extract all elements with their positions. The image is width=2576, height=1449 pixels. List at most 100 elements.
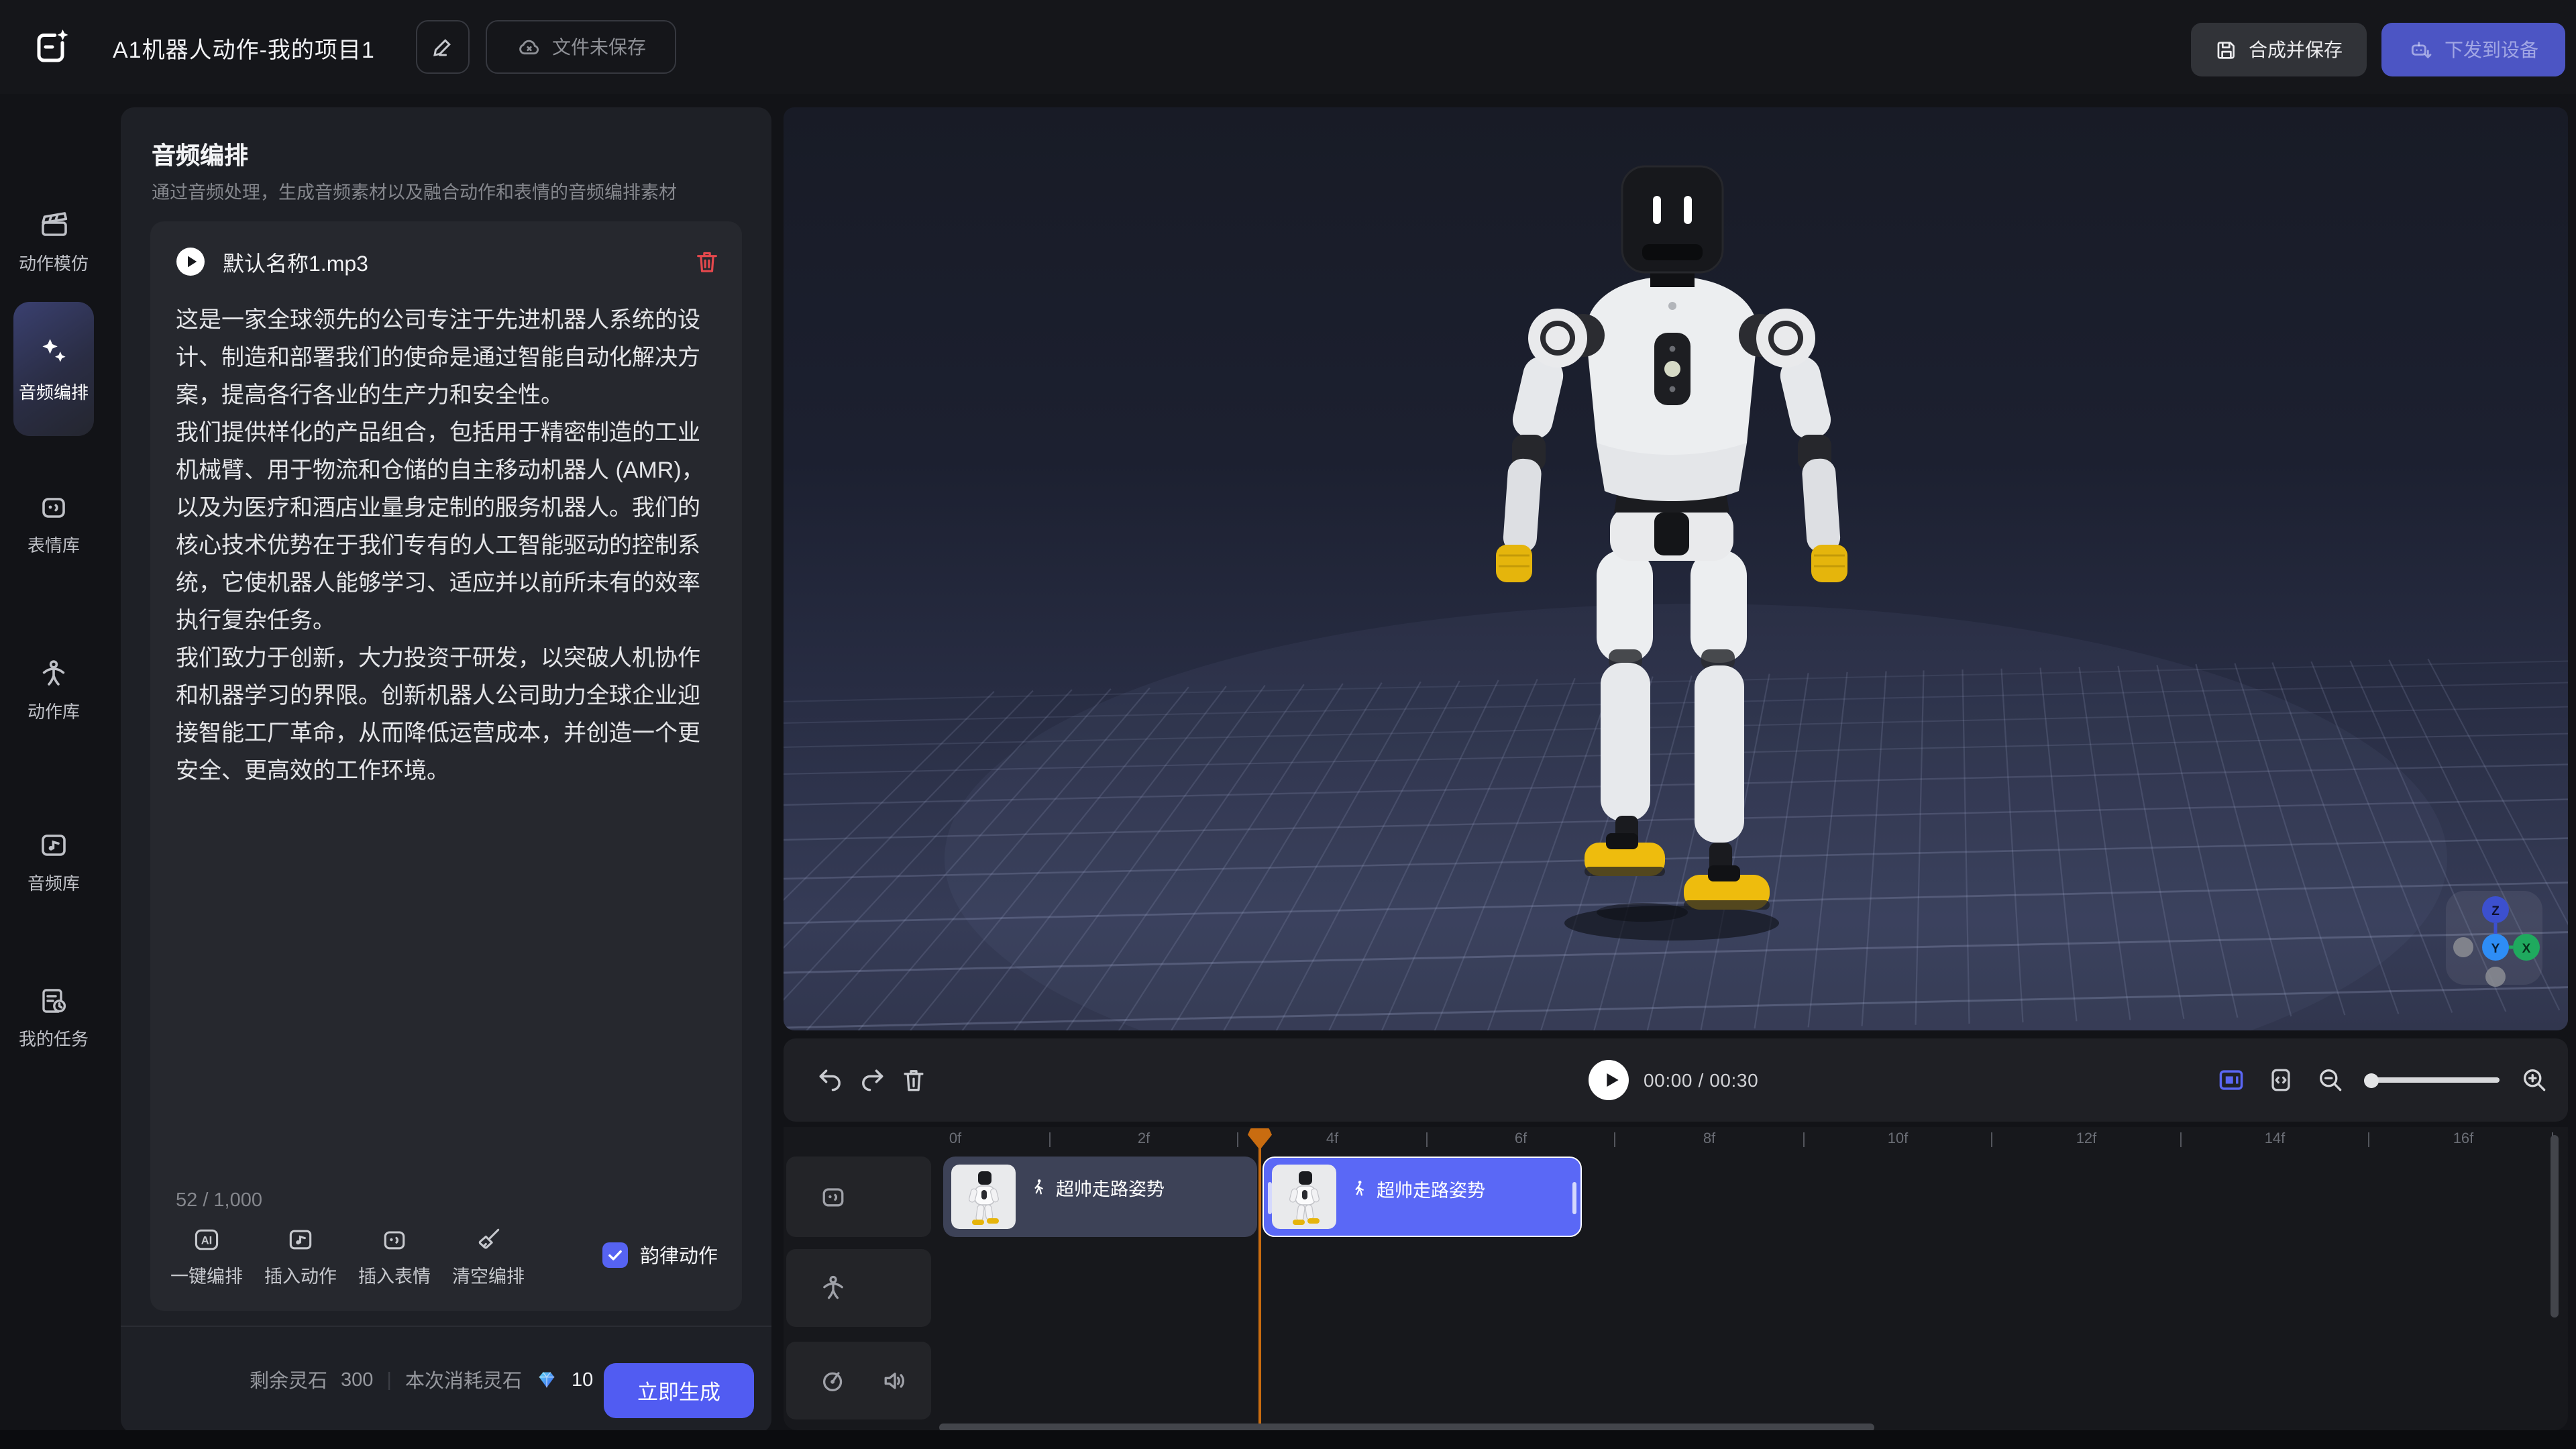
playhead-line[interactable] <box>1258 1143 1261 1425</box>
save-status-button[interactable]: 文件未保存 <box>486 20 676 74</box>
sidebar-item-motion-mimic[interactable]: 动作模仿 <box>0 209 107 275</box>
timeline-vertical-scrollbar[interactable] <box>2551 1135 2559 1318</box>
audio-text-input[interactable]: 这是一家全球领先的公司专注于先进机器人系统的设计、制造和部署我们的使命是通过智能… <box>176 302 718 1161</box>
gizmo-neg-x[interactable] <box>2453 937 2473 957</box>
sidebar-item-motion-library[interactable]: 动作库 <box>0 657 107 723</box>
action-label: 插入表情 <box>358 1261 431 1288</box>
rhythm-checkbox[interactable] <box>602 1242 628 1268</box>
ruler-label: 4f <box>1300 1131 1364 1147</box>
zoom-out-button[interactable] <box>2316 1065 2345 1095</box>
sidebar-item-audio-arrange[interactable]: 音频编排 <box>13 302 94 436</box>
clip-label: 超帅走路姿势 <box>1377 1175 1485 1202</box>
timeline-ruler[interactable]: 0f 2f 4f 6f 8f 10f 12f 14f 16f <box>784 1127 2568 1152</box>
viewport-canvas: Z Y X <box>784 107 2568 1030</box>
ruler-label: 14f <box>2243 1131 2307 1147</box>
ruler-label: 0f <box>923 1131 987 1147</box>
robot-face-icon <box>38 491 70 523</box>
sidebar-item-my-tasks[interactable]: 我的任务 <box>0 985 107 1051</box>
zoom-slider-knob[interactable] <box>2364 1073 2379 1087</box>
pencil-icon <box>431 35 455 59</box>
insert-expression-button[interactable]: 插入表情 <box>352 1225 437 1288</box>
sparkles-icon <box>38 335 70 367</box>
sidebar-item-expression-library[interactable]: 表情库 <box>0 491 107 557</box>
panel-title: 音频编排 <box>152 137 248 172</box>
gizmo-neg-z[interactable] <box>2485 967 2506 987</box>
cloud-unsaved-icon <box>516 34 541 60</box>
one-key-arrange-button[interactable]: AI 一键编排 <box>164 1225 250 1288</box>
zoom-in-button[interactable] <box>2520 1065 2549 1095</box>
char-counter: 52 / 1,000 <box>176 1190 262 1212</box>
delete-clip-button[interactable] <box>899 1065 928 1095</box>
ruler-label: 10f <box>1866 1131 1930 1147</box>
robot-deploy-icon <box>2408 37 2434 62</box>
ruler-label: 2f <box>1112 1131 1176 1147</box>
walking-person-icon <box>1029 1178 1048 1197</box>
rhythm-motion-toggle[interactable]: 韵律动作 <box>602 1241 729 1269</box>
bottom-strip <box>0 1430 2576 1449</box>
broom-icon <box>474 1225 503 1254</box>
sidebar-label: 表情库 <box>0 531 107 557</box>
check-icon <box>606 1246 624 1264</box>
clear-arrange-button[interactable]: 清空编排 <box>445 1225 531 1288</box>
clip-trim-handle-right[interactable] <box>1572 1182 1576 1214</box>
save-status-label: 文件未保存 <box>552 34 646 60</box>
timeline-clip-selected[interactable]: 超帅走路姿势 <box>1263 1157 1582 1237</box>
redo-button[interactable] <box>857 1065 887 1095</box>
ruler-label: 8f <box>1677 1131 1741 1147</box>
compose-save-button[interactable]: 合成并保存 <box>2191 23 2367 76</box>
sidebar-label: 动作模仿 <box>0 250 107 275</box>
audio-file-name: 默认名称1.mp3 <box>223 246 368 278</box>
music-card-icon <box>286 1225 315 1254</box>
generate-label: 立即生成 <box>637 1376 720 1405</box>
robot-face-icon <box>380 1225 409 1254</box>
play-audio-button[interactable] <box>174 246 207 278</box>
deploy-button[interactable]: 下发到设备 <box>2381 23 2565 76</box>
cost-value: 10 <box>572 1369 593 1391</box>
music-card-icon <box>38 829 70 861</box>
generate-button[interactable]: 立即生成 <box>604 1363 754 1418</box>
panel-subtitle: 通过音频处理，生成音频素材以及融合动作和表情的音频编排素材 <box>152 177 742 204</box>
playback-controls: 00:00 / 00:30 <box>784 1038 2568 1122</box>
timeline-zoom-slider[interactable] <box>2365 1077 2500 1083</box>
track-header-audio <box>786 1342 931 1419</box>
timeline-clip[interactable]: 超帅走路姿势 <box>943 1157 1257 1237</box>
rename-button[interactable] <box>416 20 470 74</box>
person-icon <box>818 1273 848 1303</box>
remaining-stones-label: 剩余灵石 <box>250 1366 327 1394</box>
clip-trim-handle-left[interactable] <box>1268 1182 1272 1214</box>
remaining-stones-value: 300 <box>341 1369 373 1391</box>
timeline: 0f 2f 4f 6f 8f 10f 12f 14f 16f <box>784 1127 2568 1430</box>
transport: 00:00 / 00:30 <box>1589 1038 1758 1122</box>
insert-motion-button[interactable]: 插入动作 <box>258 1225 343 1288</box>
time-display: 00:00 / 00:30 <box>1644 1069 1758 1091</box>
app-window: A1机器人动作-我的项目1 文件未保存 合成并保存 <box>0 0 2576 1449</box>
audio-card-header: 默认名称1.mp3 <box>174 243 720 280</box>
viewport-3d[interactable]: Z Y X <box>784 107 2568 1030</box>
delete-audio-button[interactable] <box>694 248 720 275</box>
compose-save-label: 合成并保存 <box>2249 36 2343 63</box>
ruler-label: 6f <box>1489 1131 1553 1147</box>
walking-person-icon <box>1350 1179 1368 1198</box>
undo-button[interactable] <box>816 1065 845 1095</box>
topbar: A1机器人动作-我的项目1 文件未保存 合成并保存 <box>0 0 2576 94</box>
play-button[interactable] <box>1589 1060 1629 1100</box>
cost-label: 本次消耗灵石 <box>405 1366 522 1394</box>
speaker-icon[interactable] <box>880 1366 910 1395</box>
insert-track-toggle[interactable] <box>2216 1065 2246 1095</box>
sidebar: 动作模仿 音频编排 表情库 动作库 <box>0 94 107 1449</box>
audio-actions-row: AI 一键编排 插入动作 <box>164 1225 729 1295</box>
task-clock-icon <box>38 985 70 1017</box>
app-logo-icon[interactable] <box>32 27 72 67</box>
footer-separator: | <box>386 1369 392 1391</box>
sidebar-item-audio-library[interactable]: 音频库 <box>0 829 107 895</box>
edit-controls <box>816 1038 928 1122</box>
floppy-icon <box>2215 38 2238 61</box>
orientation-gizmo[interactable]: Z Y X <box>2446 891 2542 987</box>
rhythm-label: 韵律动作 <box>640 1241 718 1269</box>
fit-view-button[interactable] <box>2266 1065 2296 1095</box>
clip-thumbnail <box>1272 1165 1336 1229</box>
clip-label: 超帅走路姿势 <box>1056 1174 1165 1201</box>
gem-icon <box>535 1368 558 1391</box>
person-icon <box>38 657 70 690</box>
sidebar-label: 音频库 <box>0 869 107 895</box>
